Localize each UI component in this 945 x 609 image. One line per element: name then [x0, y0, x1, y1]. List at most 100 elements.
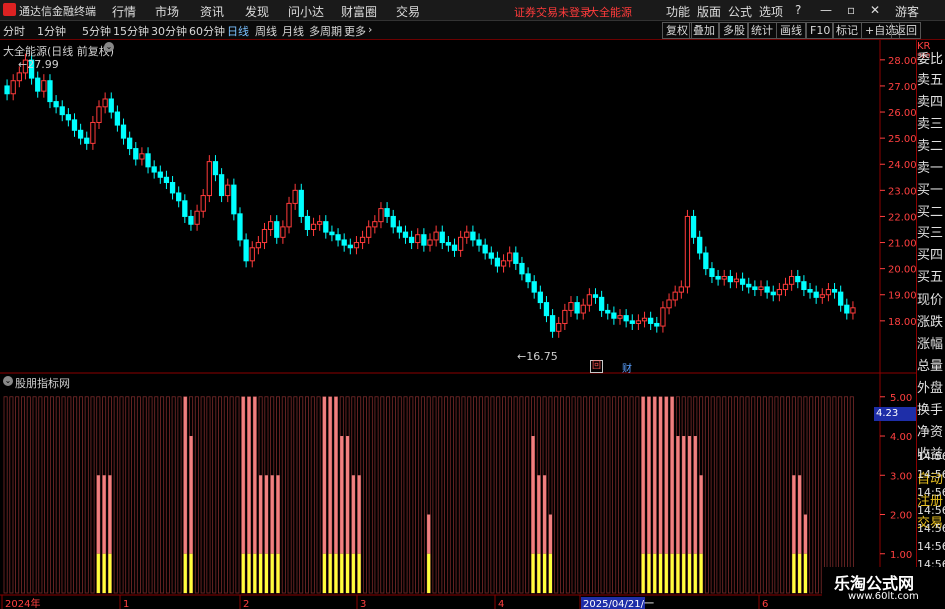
login-status[interactable]: 证券交易未登录	[514, 4, 591, 20]
candle-body	[157, 171, 163, 178]
indicator-bar-base	[247, 553, 251, 593]
candle-body	[641, 317, 648, 322]
period-intraday[interactable]: 分时	[3, 23, 25, 39]
indicator-bar-base	[322, 553, 326, 593]
indicator-bar-base	[670, 553, 674, 593]
tool-draw[interactable]: 画线	[776, 22, 806, 39]
menu-item-ask[interactable]: 问小达	[288, 3, 324, 20]
tool-f10[interactable]: F10	[806, 22, 835, 39]
tool-back[interactable]: 返回	[891, 22, 921, 39]
menu-item-news[interactable]: 资讯	[200, 3, 224, 20]
tool-mark[interactable]: 标记	[832, 22, 862, 39]
candle-body	[120, 124, 127, 139]
event-marker-finance[interactable]: 财	[622, 360, 632, 375]
indicator-bar-outline	[235, 396, 240, 594]
indicator-bar-outline	[751, 396, 756, 594]
indicator-bar-base	[687, 553, 692, 593]
indicator-bar-outline	[844, 396, 848, 594]
candle-body	[678, 286, 684, 293]
candle-body	[513, 252, 519, 264]
candle-body	[721, 275, 727, 280]
candle-body	[580, 304, 586, 314]
indicator-bar-base	[658, 553, 663, 593]
indicator-bar-base	[357, 553, 361, 593]
candle-body	[556, 322, 562, 332]
candle-body	[819, 294, 825, 298]
panel-item: 买三	[917, 226, 944, 241]
period-60min[interactable]: 60分钟	[189, 23, 225, 39]
period-5min[interactable]: 5分钟	[82, 23, 111, 39]
panel-item: 卖二	[917, 139, 944, 154]
trade-time: 14:56	[917, 486, 945, 499]
indicator-settings-icon[interactable]: ⌄	[3, 376, 13, 386]
menu-item-wealth[interactable]: 财富圈	[341, 3, 377, 20]
candle-body	[782, 283, 789, 291]
indicator-bar-base	[276, 553, 280, 593]
indicator-bar-outline	[304, 396, 309, 594]
maximize-icon[interactable]: ▫	[847, 3, 855, 17]
guest-label[interactable]: 游客	[895, 3, 919, 20]
menu-item-trade[interactable]: 交易	[396, 3, 420, 20]
period-daily[interactable]: 日线	[227, 23, 249, 39]
indicator-bar-base	[189, 553, 193, 593]
candle-body	[53, 101, 59, 108]
chevron-down-icon[interactable]: ⌄	[104, 42, 114, 52]
indicator-bar-outline	[594, 396, 599, 594]
indicator-bar-outline	[409, 396, 414, 594]
indicator-bar-base	[253, 553, 257, 593]
help-icon[interactable]: ?	[795, 3, 801, 17]
indicator-bar-outline	[473, 396, 478, 594]
candle-body	[482, 244, 488, 254]
candle-body	[396, 226, 402, 233]
indicator-bar	[357, 475, 361, 554]
indicator-bar-outline	[716, 396, 721, 594]
period-weekly[interactable]: 周线	[255, 23, 277, 39]
indicator-bar-outline	[119, 396, 124, 594]
candle-body	[255, 242, 262, 249]
candle-body	[733, 278, 740, 283]
indicator-bar-outline	[61, 396, 66, 594]
menu-item-quotes[interactable]: 行情	[112, 3, 136, 20]
tool-stats[interactable]: 统计	[747, 22, 777, 39]
indicator-bar-outline	[815, 396, 820, 594]
period-1min[interactable]: 1分钟	[37, 23, 66, 39]
menu-options[interactable]: 选项	[759, 3, 783, 20]
period-more[interactable]: 更多	[344, 23, 366, 39]
period-monthly[interactable]: 月线	[282, 23, 304, 39]
indicator-bar-outline	[722, 396, 727, 594]
period-30min[interactable]: 30分钟	[151, 23, 187, 39]
indicator-bar-outline	[154, 396, 159, 594]
minimize-icon[interactable]: —	[820, 3, 832, 17]
indicator-bar	[264, 475, 269, 554]
menu-layout[interactable]: 版面	[697, 3, 721, 20]
indicator-bar-outline	[32, 396, 37, 594]
candle-body	[65, 114, 72, 121]
kline-chart[interactable]: 28.0027.0026.0025.0024.0023.0022.0021.00…	[0, 40, 916, 609]
candle-body	[366, 226, 372, 238]
period-multi[interactable]: 多周期	[309, 23, 342, 39]
tool-adjust[interactable]: 复权	[662, 22, 692, 39]
menu-function[interactable]: 功能	[666, 3, 690, 20]
indicator-bar-outline	[316, 396, 321, 594]
indicator-bar-outline	[768, 396, 773, 594]
indicator-bar	[658, 396, 663, 554]
indicator-bar	[653, 396, 657, 554]
indicator-bar-outline	[84, 396, 89, 594]
tool-overlay[interactable]: 叠加	[689, 22, 719, 39]
close-icon[interactable]: ✕	[870, 3, 880, 17]
indicator-bar	[345, 436, 350, 554]
menu-formula[interactable]: 公式	[728, 3, 752, 20]
period-15min[interactable]: 15分钟	[113, 23, 149, 39]
tool-multi-stock[interactable]: 多股	[719, 22, 749, 39]
menu-item-market[interactable]: 市场	[155, 3, 179, 20]
chevron-right-icon[interactable]: ›	[368, 23, 372, 36]
candle-body	[90, 121, 96, 144]
indicator-bar-outline	[560, 396, 564, 594]
candle-body	[494, 257, 501, 267]
candle-body	[231, 184, 237, 215]
indicator-bar-base	[792, 553, 796, 593]
event-marker-review[interactable]: 回	[590, 360, 603, 373]
candle-body	[795, 275, 801, 283]
indicator-bar-base	[270, 553, 274, 593]
menu-item-discover[interactable]: 发现	[245, 3, 269, 20]
